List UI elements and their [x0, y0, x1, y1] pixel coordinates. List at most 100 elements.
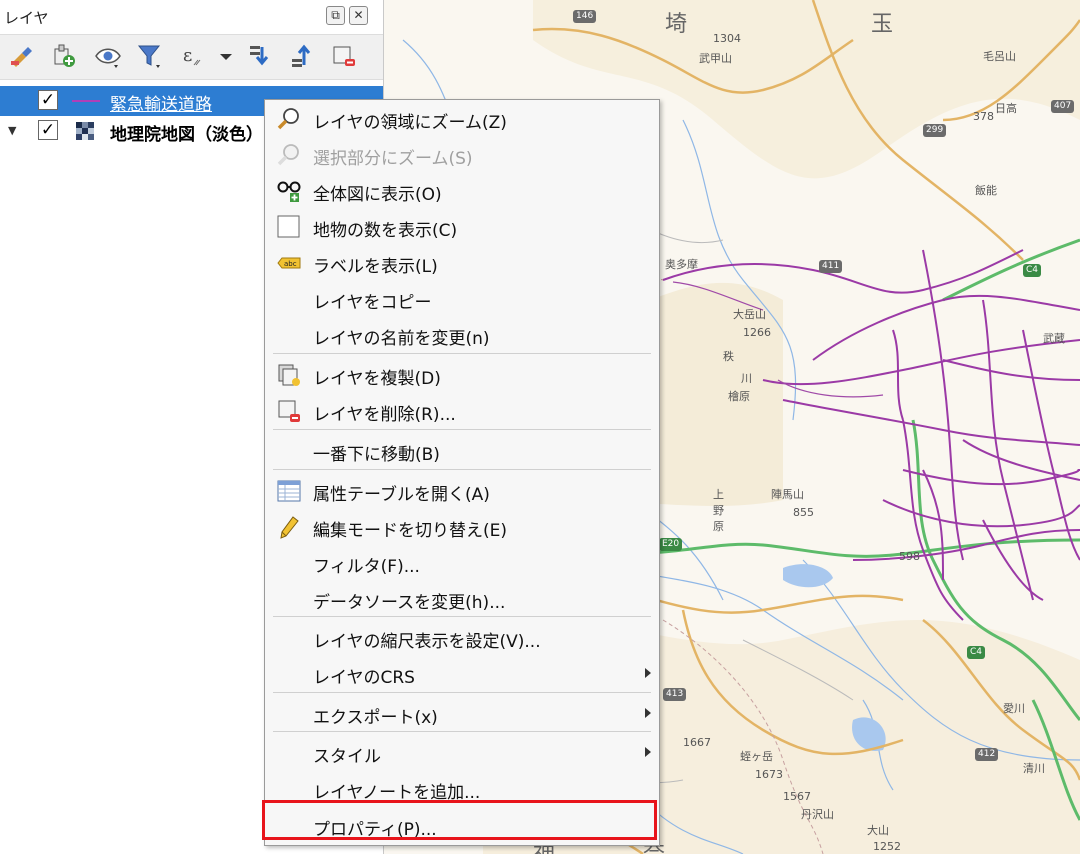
menu-item-change-data-source[interactable]: データソースを変更(h)... — [265, 581, 659, 617]
route-shield: 146 — [573, 10, 597, 23]
menu-item-show-labels[interactable]: abc ラベルを表示(L) — [265, 245, 659, 281]
show-in-overview-icon — [277, 179, 301, 203]
menu-item-rename-layer[interactable]: レイヤの名前を変更(n) — [265, 317, 659, 353]
map-place-label: 378 — [973, 110, 994, 123]
menu-item-open-attribute-table[interactable]: 属性テーブルを開く(A) — [265, 473, 659, 509]
map-place-label: 1667 — [683, 736, 711, 749]
zoom-to-layer-icon — [277, 107, 301, 131]
map-place-label: 奥多摩 — [665, 258, 698, 271]
map-place-label: 日高 — [995, 102, 1017, 115]
float-panel-button[interactable]: ⧉ — [326, 6, 345, 25]
route-shield: 412 — [975, 748, 999, 761]
menu-item-toggle-editing[interactable]: 編集モードを切り替え(E) — [265, 509, 659, 545]
layer-context-menu: レイヤの領域にズーム(Z) 選択部分にズーム(S) 全体図に表示(O) 地物の数… — [264, 99, 660, 846]
menu-item-remove-layer[interactable]: レイヤを削除(R)... — [265, 393, 659, 429]
add-group-icon[interactable] — [50, 43, 78, 69]
menu-item-label: 編集モードを切り替え(E) — [313, 521, 508, 541]
chevron-down-icon[interactable] — [212, 43, 240, 69]
layers-toolbar: ε — [0, 34, 383, 80]
map-place-label: 野 — [713, 504, 724, 517]
filter-legend-icon[interactable] — [136, 43, 164, 69]
layer-visibility-checkbox[interactable]: ✓ — [38, 90, 58, 110]
route-shield: 413 — [663, 688, 687, 701]
menu-item-filter[interactable]: フィルタ(F)... — [265, 545, 659, 581]
menu-item-styles[interactable]: スタイル — [265, 735, 659, 771]
menu-separator — [273, 616, 651, 617]
map-place-label: 855 — [793, 506, 814, 519]
map-place-label: 武蔵 — [1043, 332, 1065, 345]
style-manager-icon[interactable] — [8, 43, 36, 69]
svg-text:ε: ε — [183, 45, 192, 66]
menu-item-layer-crs[interactable]: レイヤのCRS — [265, 656, 659, 692]
properties-highlight-box — [262, 800, 657, 840]
map-place-label: 1252 — [873, 840, 901, 853]
menu-item-copy-layer[interactable]: レイヤをコピー — [265, 281, 659, 317]
line-symbol-icon — [72, 100, 100, 102]
attribute-table-icon — [277, 479, 301, 503]
layer-name: 緊急輸送道路 — [110, 95, 212, 115]
map-place-label: 川 — [741, 372, 752, 385]
menu-separator — [273, 469, 651, 470]
feature-count-checkbox-icon — [277, 215, 301, 239]
menu-item-label: レイヤをコピー — [313, 293, 432, 313]
menu-item-label: 属性テーブルを開く(A) — [313, 485, 490, 505]
map-place-label: 陣馬山 — [771, 488, 804, 501]
menu-item-label: レイヤの名前を変更(n) — [313, 329, 490, 349]
menu-item-label: データソースを変更(h)... — [313, 593, 506, 613]
raster-layer-icon — [76, 122, 94, 140]
map-place-label: 毛呂山 — [983, 50, 1016, 63]
menu-item-label: スタイル — [313, 747, 381, 767]
visibility-eye-icon[interactable] — [94, 43, 122, 69]
route-shield: 411 — [819, 260, 843, 273]
map-place-label: 檜原 — [728, 390, 750, 403]
menu-item-export[interactable]: エクスポート(x) — [265, 696, 659, 732]
menu-item-label: 地物の数を表示(C) — [313, 221, 458, 241]
menu-item-label: レイヤの縮尺表示を設定(V)... — [313, 632, 541, 652]
layer-visibility-checkbox[interactable]: ✓ — [38, 120, 58, 140]
menu-item-move-to-bottom[interactable]: 一番下に移動(B) — [265, 433, 659, 469]
expression-filter-icon[interactable]: ε — [180, 43, 208, 69]
remove-layer-icon[interactable] — [330, 43, 358, 69]
close-panel-button[interactable]: ✕ — [349, 6, 368, 25]
menu-item-show-feature-count[interactable]: 地物の数を表示(C) — [265, 209, 659, 245]
menu-item-label: レイヤのCRS — [313, 668, 415, 688]
remove-layer-icon — [277, 399, 301, 423]
map-place-label: 飯能 — [975, 184, 997, 197]
route-shield: 299 — [923, 124, 947, 137]
menu-item-set-scale-visibility[interactable]: レイヤの縮尺表示を設定(V)... — [265, 620, 659, 656]
map-place-label: 大岳山 — [733, 308, 766, 321]
map-place-label: 秩 — [723, 350, 734, 363]
menu-item-label: フィルタ(F)... — [313, 557, 420, 577]
menu-separator — [273, 353, 651, 354]
menu-item-zoom-to-layer[interactable]: レイヤの領域にズーム(Z) — [265, 101, 659, 137]
menu-item-label: 一番下に移動(B) — [313, 445, 440, 465]
map-region-label: 玉 — [871, 12, 894, 37]
map-place-label: 蛭ヶ岳 — [740, 750, 773, 763]
expand-all-icon[interactable] — [246, 43, 274, 69]
menu-separator — [273, 731, 651, 732]
route-shield: E20 — [659, 538, 683, 551]
collapse-all-icon[interactable] — [288, 43, 316, 69]
menu-item-label: レイヤの領域にズーム(Z) — [313, 113, 507, 133]
chevron-down-icon[interactable]: ▼ — [8, 124, 16, 137]
route-shield: 407 — [1051, 100, 1075, 113]
menu-item-show-in-overview[interactable]: 全体図に表示(O) — [265, 173, 659, 209]
svg-text:abc: abc — [284, 260, 297, 268]
map-place-label: 1567 — [783, 790, 811, 803]
map-place-label: 大山 — [867, 824, 889, 837]
menu-item-label: 全体図に表示(O) — [313, 185, 442, 205]
menu-item-zoom-to-selection[interactable]: 選択部分にズーム(S) — [265, 137, 659, 173]
map-place-label: 上 — [713, 488, 724, 501]
route-shield: C4 — [1023, 264, 1042, 277]
menu-item-duplicate-layer[interactable]: レイヤを複製(D) — [265, 357, 659, 393]
map-place-label: 愛川 — [1003, 702, 1025, 715]
toggle-editing-pencil-icon — [277, 515, 301, 539]
menu-item-label: エクスポート(x) — [313, 708, 438, 728]
submenu-arrow-icon — [645, 708, 651, 718]
map-place-label: 1266 — [743, 326, 771, 339]
map-region-label: 埼 — [665, 12, 688, 37]
map-place-label: 598 — [899, 550, 920, 563]
menu-item-label: レイヤを複製(D) — [313, 369, 441, 389]
menu-item-label: ラベルを表示(L) — [313, 257, 438, 277]
submenu-arrow-icon — [645, 747, 651, 757]
